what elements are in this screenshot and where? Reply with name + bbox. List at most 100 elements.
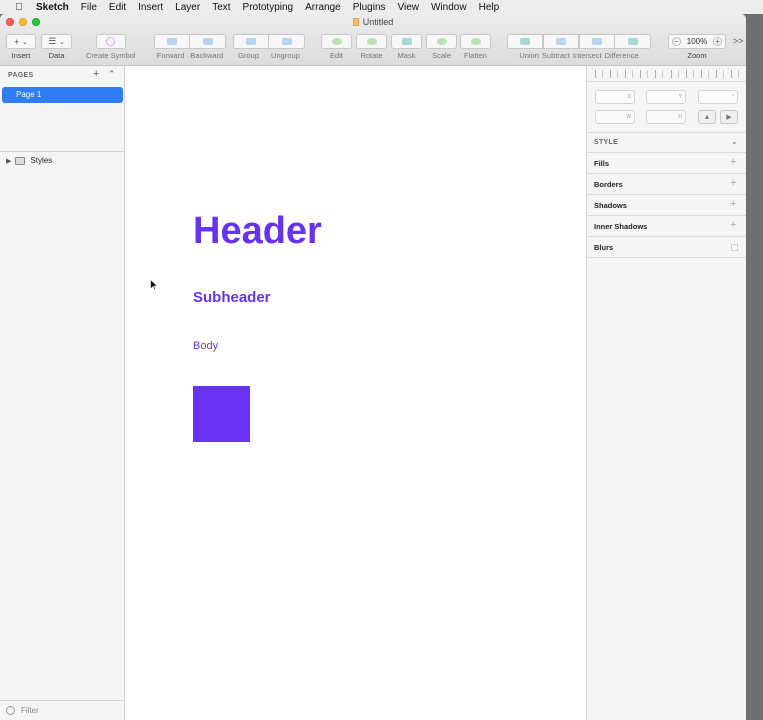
align-baseline-icon[interactable] <box>716 69 725 78</box>
menu-prototyping[interactable]: Prototyping <box>243 2 294 13</box>
apple-icon[interactable]:  <box>12 2 26 13</box>
menu-edit[interactable]: Edit <box>109 2 126 13</box>
inner-shadows-section[interactable]: Inner Shadows + <box>587 216 746 237</box>
group-ungroup-group: Group Ungroup <box>233 34 305 60</box>
menu-file[interactable]: File <box>81 2 97 13</box>
collapse-pages-icon[interactable]: ⌃ <box>108 69 116 80</box>
mask-label: Mask <box>397 51 416 60</box>
menu-bar:  Sketch File Edit Insert Layer Text Pro… <box>0 0 763 14</box>
filter-icon[interactable] <box>6 706 15 715</box>
union-button[interactable] <box>507 34 543 49</box>
filter-input[interactable]: Filter <box>21 706 39 715</box>
scale-button[interactable] <box>426 34 457 49</box>
menu-app-sketch[interactable]: Sketch <box>36 2 69 13</box>
align-middle-icon[interactable] <box>670 69 679 78</box>
add-inner-shadow-icon[interactable]: + <box>730 219 736 231</box>
page-item-page-1[interactable]: Page 1 <box>2 87 123 103</box>
menu-text[interactable]: Text <box>212 2 230 13</box>
y-label: Y <box>678 94 682 100</box>
edit-button[interactable] <box>321 34 352 49</box>
toolbar-overflow-icon[interactable]: >> <box>733 36 744 46</box>
add-border-icon[interactable]: + <box>730 177 736 189</box>
create-symbol-button[interactable] <box>95 34 126 49</box>
disclosure-triangle-icon[interactable]: ▶ <box>6 157 11 165</box>
pages-divider <box>0 151 125 152</box>
insert-group: + ⌄ Insert <box>6 34 36 60</box>
add-page-icon[interactable]: + <box>93 68 99 80</box>
inspector-divider <box>587 132 746 133</box>
height-field[interactable]: H <box>646 110 686 124</box>
difference-button[interactable] <box>615 34 651 49</box>
body-text-layer[interactable]: Body <box>193 340 218 352</box>
align-extra-icon[interactable] <box>731 69 740 78</box>
rotate-button[interactable] <box>356 34 387 49</box>
mask-icon <box>401 38 412 45</box>
y-position-field[interactable]: Y <box>646 90 686 104</box>
flip-vertical-button[interactable]: ▲ <box>698 110 716 124</box>
borders-section[interactable]: Borders + <box>587 174 746 195</box>
mask-button[interactable] <box>391 34 422 49</box>
scale-icon <box>436 38 447 45</box>
flip-horizontal-icon: ▶ <box>726 114 732 121</box>
menu-help[interactable]: Help <box>479 2 500 13</box>
align-right-icon[interactable] <box>640 69 649 78</box>
add-fill-icon[interactable]: + <box>730 156 736 168</box>
x-position-field[interactable]: X <box>595 90 635 104</box>
insert-button[interactable]: + ⌄ <box>6 34 36 49</box>
layer-item-styles[interactable]: ▶ Styles <box>6 156 52 165</box>
insert-label: Insert <box>11 51 31 60</box>
subheader-text-layer[interactable]: Subheader <box>193 289 271 306</box>
chevron-down-icon[interactable]: ⌄ <box>731 137 738 146</box>
window-title-text: Untitled <box>362 17 394 27</box>
data-button[interactable]: ☰ ⌄ <box>41 34 72 49</box>
mask-group: Mask <box>391 34 422 60</box>
menu-layer[interactable]: Layer <box>175 2 200 13</box>
subtract-button[interactable] <box>543 34 579 49</box>
zoom-control[interactable]: − 100% + <box>668 34 726 49</box>
filter-bar[interactable]: Filter <box>0 700 125 720</box>
forward-button[interactable] <box>154 34 190 49</box>
distribute-h-icon[interactable] <box>624 69 633 78</box>
zoom-in-icon[interactable]: + <box>713 37 722 46</box>
flatten-group: Flatten <box>460 34 491 60</box>
align-bottom-icon[interactable] <box>700 69 709 78</box>
scale-group: Scale <box>426 34 457 60</box>
align-center-h-icon[interactable] <box>609 69 618 78</box>
ungroup-button[interactable] <box>269 34 305 49</box>
window-title: Untitled <box>0 17 746 27</box>
rotation-field[interactable]: ° <box>698 90 738 104</box>
subtract-icon <box>556 38 566 45</box>
menu-arrange[interactable]: Arrange <box>305 2 341 13</box>
add-shadow-icon[interactable]: + <box>730 198 736 210</box>
width-field[interactable]: W <box>595 110 635 124</box>
create-symbol-group: Create Symbol <box>86 34 136 60</box>
flip-horizontal-button[interactable]: ▶ <box>720 110 738 124</box>
inspector-panel: X Y ° W H ▲ ▶ STYLE ⌄ Fills + Borders + … <box>586 66 746 720</box>
header-text-layer[interactable]: Header <box>193 210 322 253</box>
shadows-section[interactable]: Shadows + <box>587 195 746 216</box>
purple-rectangle-layer[interactable] <box>193 386 250 442</box>
union-label: Union <box>519 51 539 60</box>
group-button[interactable] <box>233 34 269 49</box>
menu-window[interactable]: Window <box>431 2 467 13</box>
sketch-window: Untitled + ⌄ Insert ☰ ⌄ Data Create Symb… <box>0 14 746 720</box>
fills-section[interactable]: Fills + <box>587 153 746 174</box>
align-top-icon[interactable] <box>655 69 664 78</box>
menu-plugins[interactable]: Plugins <box>353 2 386 13</box>
blurs-section[interactable]: Blurs <box>587 237 746 258</box>
backward-button[interactable] <box>190 34 226 49</box>
distribute-v-icon[interactable] <box>685 69 694 78</box>
layers-stack-icon: ☰ <box>48 36 57 46</box>
intersect-button[interactable] <box>579 34 615 49</box>
group-label: Group <box>238 51 260 60</box>
menu-insert[interactable]: Insert <box>138 2 163 13</box>
alignment-toolbar <box>587 66 746 82</box>
menu-view[interactable]: View <box>398 2 420 13</box>
blur-checkbox[interactable] <box>731 244 738 251</box>
zoom-out-icon[interactable]: − <box>672 37 681 46</box>
flatten-button[interactable] <box>460 34 491 49</box>
rotation-label: ° <box>732 94 734 100</box>
canvas[interactable]: Header Subheader Body <box>125 66 586 720</box>
rotate-group: Rotate <box>356 34 387 60</box>
align-left-icon[interactable] <box>594 69 603 78</box>
